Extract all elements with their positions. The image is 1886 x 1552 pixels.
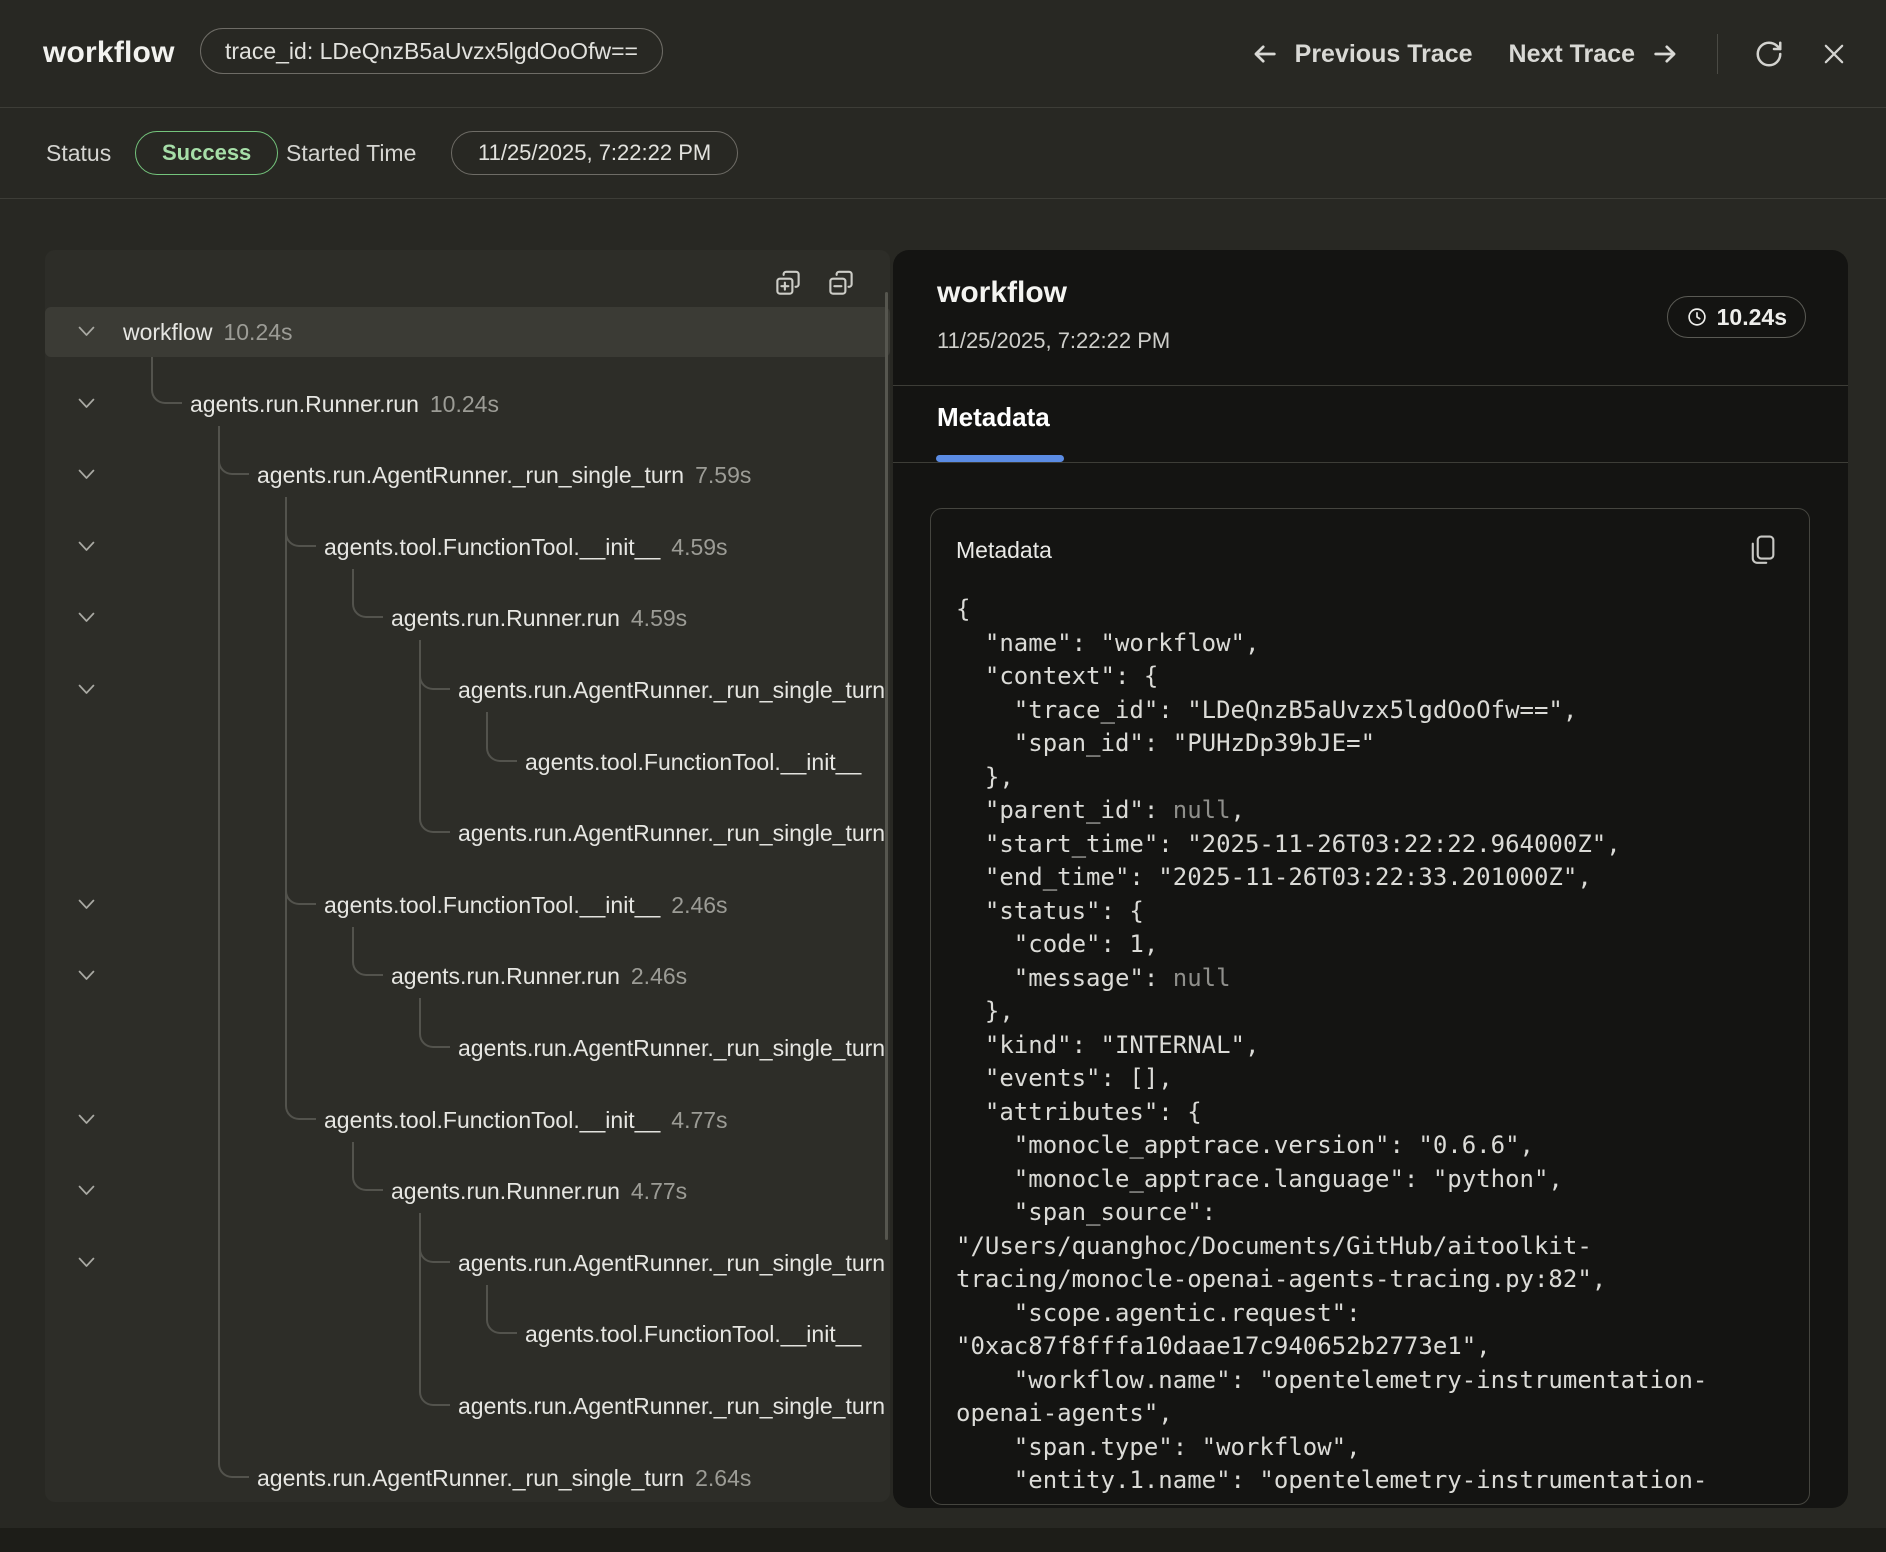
next-trace-label: Next Trace: [1509, 40, 1635, 69]
arrow-right-icon: [1649, 40, 1681, 68]
metadata-json[interactable]: { "name": "workflow", "context": { "trac…: [956, 593, 1791, 1500]
span-row-label: agents.run.AgentRunner._run_single_turn: [458, 1381, 885, 1431]
chevron-down-icon[interactable]: [78, 398, 95, 409]
close-icon: [1820, 40, 1848, 68]
span-row-duration: 2.64s: [695, 1465, 751, 1491]
started-time-label: Started Time: [286, 140, 416, 167]
tab-row-divider: [893, 462, 1848, 463]
tree-scrollbar[interactable]: [885, 292, 888, 1240]
chevron-down-icon[interactable]: [78, 612, 95, 623]
tree-row[interactable]: agents.run.AgentRunner._run_single_turn: [45, 1023, 890, 1073]
span-row-label: agents.tool.FunctionTool.__init__2.46s: [324, 880, 728, 930]
span-title: workflow: [937, 276, 1067, 310]
span-detail-panel: workflow 10.24s 11/25/2025, 7:22:22 PM M…: [893, 250, 1848, 1508]
copy-icon: [1745, 533, 1779, 567]
tree-row[interactable]: agents.tool.FunctionTool.__init__4.77s: [45, 1095, 890, 1145]
chevron-down-icon[interactable]: [78, 970, 95, 981]
span-row-duration: 10.24s: [430, 391, 499, 417]
span-row-duration: 10.24s: [223, 319, 292, 345]
span-row-label: agents.run.AgentRunner._run_single_turn2…: [257, 1453, 751, 1502]
span-row-label: workflow10.24s: [123, 307, 293, 357]
chevron-down-icon[interactable]: [78, 1257, 95, 1268]
span-row-duration: 2.46s: [671, 892, 727, 918]
span-row-label: agents.run.Runner.run4.59s: [391, 593, 687, 643]
chevron-down-icon[interactable]: [78, 1185, 95, 1196]
detail-header-divider: [893, 385, 1848, 386]
status-label: Status: [46, 140, 111, 167]
tree-row[interactable]: agents.tool.FunctionTool.__init__4.59s: [45, 522, 890, 572]
span-row-label: agents.tool.FunctionTool.__init__4.77s: [324, 1095, 728, 1145]
duration-value: 10.24s: [1717, 304, 1787, 331]
status-badge: Success: [135, 131, 278, 175]
tree-row[interactable]: agents.run.AgentRunner._run_single_turn: [45, 808, 890, 858]
clock-icon: [1686, 306, 1708, 328]
span-row-label: agents.run.AgentRunner._run_single_turn7…: [257, 450, 751, 500]
span-row-label: agents.tool.FunctionTool.__init__: [525, 1309, 861, 1359]
chevron-down-icon[interactable]: [78, 541, 95, 552]
tree-row[interactable]: agents.run.AgentRunner._run_single_turn2…: [45, 1453, 890, 1502]
span-row-duration: 7.59s: [695, 462, 751, 488]
arrow-left-icon: [1249, 40, 1281, 68]
top-bar: workflow trace_id: LDeQnzB5aUvzx5lgdOoOf…: [0, 0, 1886, 108]
span-row-label: agents.tool.FunctionTool.__init__: [525, 737, 861, 787]
span-row-duration: 4.77s: [631, 1178, 687, 1204]
active-tab-indicator: [936, 455, 1064, 462]
span-row-label: agents.tool.FunctionTool.__init__4.59s: [324, 522, 728, 572]
span-tree-panel: workflow10.24s agents.run.Runner.run10.24…: [45, 250, 890, 1502]
close-button[interactable]: [1820, 40, 1848, 68]
span-row-duration: 4.59s: [631, 605, 687, 631]
chevron-down-icon[interactable]: [78, 899, 95, 910]
page-title: workflow: [43, 36, 175, 70]
tree-row[interactable]: agents.tool.FunctionTool.__init__: [45, 737, 890, 787]
started-time-badge: 11/25/2025, 7:22:22 PM: [451, 131, 738, 175]
trace-id-badge: trace_id: LDeQnzB5aUvzx5lgdOoOfw==: [200, 28, 663, 74]
tree-row[interactable]: agents.run.Runner.run2.46s: [45, 951, 890, 1001]
span-timestamp: 11/25/2025, 7:22:22 PM: [937, 328, 1170, 354]
tree-row[interactable]: agents.run.AgentRunner._run_single_turn: [45, 1381, 890, 1431]
chevron-down-icon[interactable]: [78, 684, 95, 695]
span-row-duration: 2.46s: [631, 963, 687, 989]
refresh-button[interactable]: [1754, 39, 1784, 69]
tree-row[interactable]: agents.run.Runner.run4.77s: [45, 1166, 890, 1216]
span-row-label: agents.run.AgentRunner._run_single_turn: [458, 665, 885, 715]
span-row-label: agents.run.Runner.run10.24s: [190, 379, 499, 429]
metadata-card-title: Metadata: [956, 537, 1052, 564]
span-row-label: agents.run.AgentRunner._run_single_turn: [458, 808, 885, 858]
tree-row[interactable]: workflow10.24s: [45, 307, 890, 357]
tree-row[interactable]: agents.run.AgentRunner._run_single_turn: [45, 1238, 890, 1288]
copy-button[interactable]: [1745, 533, 1779, 567]
tree-row[interactable]: agents.run.AgentRunner._run_single_turn7…: [45, 450, 890, 500]
span-row-label: agents.run.AgentRunner._run_single_turn: [458, 1023, 885, 1073]
chevron-down-icon[interactable]: [78, 1114, 95, 1125]
metadata-card: Metadata { "name": "workflow", "context"…: [930, 508, 1810, 1505]
span-tree: workflow10.24s agents.run.Runner.run10.24…: [45, 250, 890, 1502]
tree-row[interactable]: agents.tool.FunctionTool.__init__: [45, 1309, 890, 1359]
span-row-label: agents.run.AgentRunner._run_single_turn: [458, 1238, 885, 1288]
chevron-down-icon[interactable]: [78, 326, 95, 337]
chevron-down-icon[interactable]: [78, 469, 95, 480]
span-row-duration: 4.59s: [671, 534, 727, 560]
span-row-label: agents.run.Runner.run4.77s: [391, 1166, 687, 1216]
toolbar-divider: [1717, 34, 1718, 74]
next-trace-button[interactable]: Next Trace: [1509, 40, 1681, 69]
refresh-icon: [1754, 39, 1784, 69]
trace-nav-group: Previous Trace Next Trace: [1249, 0, 1848, 108]
tab-metadata[interactable]: Metadata: [937, 402, 1050, 433]
status-bar: Status Success Started Time 11/25/2025, …: [0, 108, 1886, 199]
span-row-duration: 4.77s: [671, 1107, 727, 1133]
duration-badge: 10.24s: [1667, 296, 1806, 338]
tree-row[interactable]: agents.run.Runner.run4.59s: [45, 593, 890, 643]
tree-row[interactable]: agents.tool.FunctionTool.__init__2.46s: [45, 880, 890, 930]
span-row-label: agents.run.Runner.run2.46s: [391, 951, 687, 1001]
tree-row[interactable]: agents.run.Runner.run10.24s: [45, 379, 890, 429]
bottom-strip: [0, 1528, 1886, 1552]
tree-row[interactable]: agents.run.AgentRunner._run_single_turn: [45, 665, 890, 715]
previous-trace-label: Previous Trace: [1295, 40, 1473, 69]
previous-trace-button[interactable]: Previous Trace: [1249, 40, 1473, 69]
